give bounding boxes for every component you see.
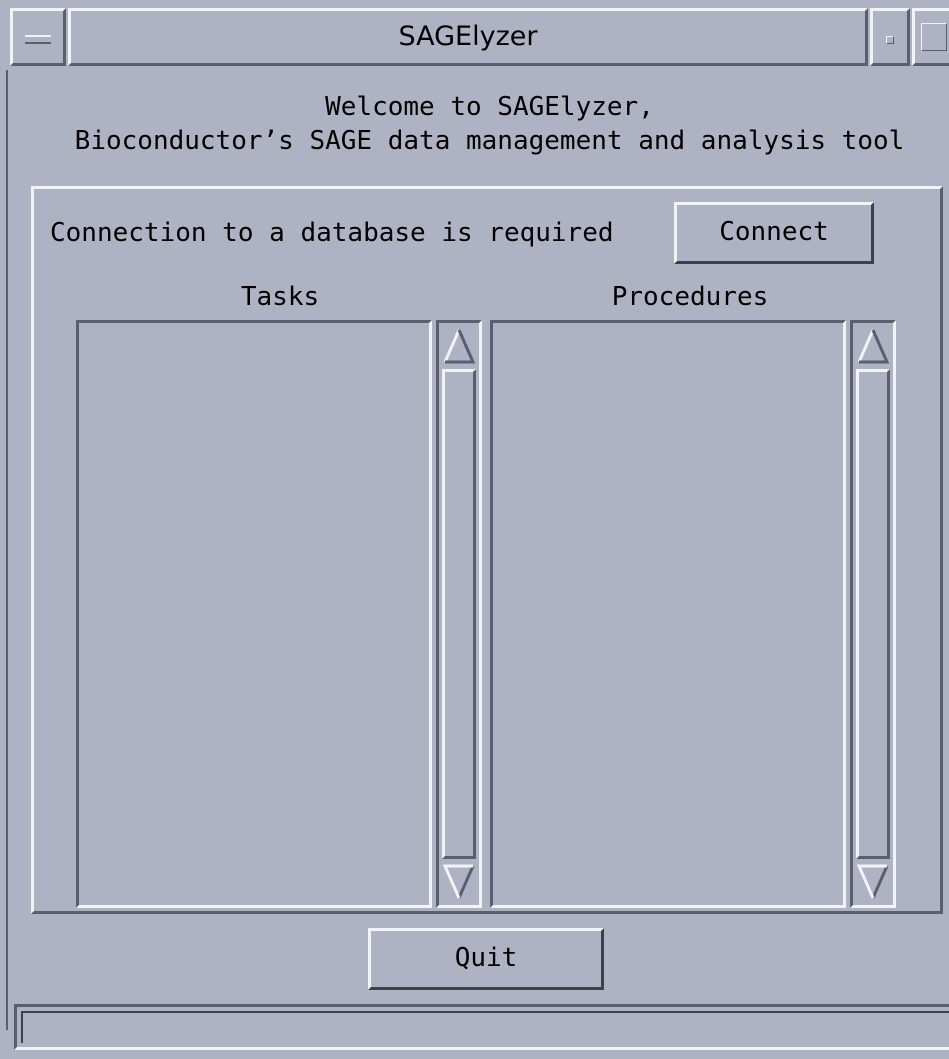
maximize-icon: [921, 23, 947, 51]
arrow-down-icon[interactable]: [442, 862, 476, 902]
tasks-scrollbar[interactable]: [436, 320, 482, 908]
maximize-button[interactable]: [912, 8, 949, 66]
status-text: [21, 1011, 949, 1043]
window-menu-icon: [25, 35, 51, 44]
status-bar: [14, 1004, 949, 1050]
tasks-scroll-thumb[interactable]: [442, 369, 476, 859]
window-title[interactable]: SAGElyzer: [68, 8, 868, 66]
welcome-message: Welcome to SAGElyzer, Bioconductor’s SAG…: [74, 92, 905, 156]
window-menu-button[interactable]: [10, 8, 66, 66]
connection-status-label: Connection to a database is required: [50, 218, 614, 248]
minimize-button[interactable]: [870, 8, 910, 66]
arrow-up-icon[interactable]: [442, 326, 476, 366]
title-bar: SAGElyzer: [0, 0, 949, 80]
arrow-down-icon[interactable]: [856, 862, 890, 902]
tasks-heading: Tasks: [240, 282, 320, 312]
procedures-listbox[interactable]: [490, 320, 846, 908]
connect-button[interactable]: Connect: [674, 202, 874, 264]
procedures-scroll-thumb[interactable]: [856, 369, 890, 859]
sagelyzer-window: SAGElyzer Welcome to SAGElyzer, Biocondu…: [0, 0, 949, 1059]
window-frame-left: [0, 70, 8, 1030]
minimize-icon: [886, 36, 894, 44]
procedures-scrollbar[interactable]: [850, 320, 896, 908]
tasks-listbox[interactable]: [76, 320, 432, 908]
procedures-heading: Procedures: [611, 282, 769, 312]
quit-button[interactable]: Quit: [368, 928, 604, 990]
arrow-up-icon[interactable]: [856, 326, 890, 366]
